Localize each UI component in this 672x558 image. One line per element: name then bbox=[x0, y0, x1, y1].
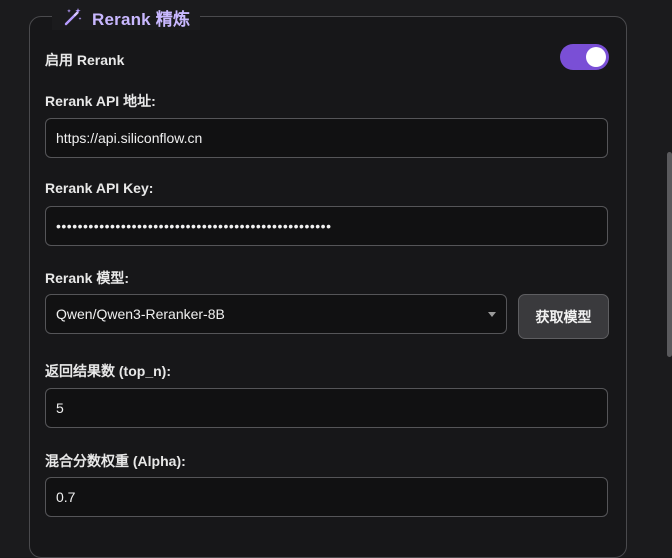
enable-rerank-toggle[interactable] bbox=[560, 44, 609, 70]
model-selected-value: Qwen/Qwen3-Reranker-8B bbox=[56, 306, 225, 322]
section-header: Rerank 精炼 bbox=[52, 4, 201, 30]
section-title: Rerank 精炼 bbox=[92, 9, 191, 29]
magic-wand-icon bbox=[62, 6, 84, 28]
toggle-knob bbox=[586, 47, 606, 67]
alpha-input[interactable]: 0.7 bbox=[45, 477, 608, 517]
top-n-label: 返回结果数 (top_n): bbox=[45, 363, 171, 379]
api-key-input[interactable]: ••••••••••••••••••••••••••••••••••••••••… bbox=[45, 206, 608, 246]
scrollbar-thumb[interactable] bbox=[667, 152, 672, 357]
api-url-label: Rerank API 地址: bbox=[45, 93, 156, 109]
api-key-label: Rerank API Key: bbox=[45, 180, 154, 196]
model-select[interactable]: Qwen/Qwen3-Reranker-8B bbox=[45, 294, 507, 334]
top-n-input[interactable]: 5 bbox=[45, 388, 608, 428]
chevron-down-icon bbox=[488, 311, 496, 317]
model-label: Rerank 模型: bbox=[45, 270, 130, 286]
alpha-label: 混合分数权重 (Alpha): bbox=[45, 453, 186, 469]
api-url-input[interactable]: https://api.siliconflow.cn bbox=[45, 118, 608, 158]
fetch-models-button[interactable]: 获取模型 bbox=[518, 294, 609, 339]
enable-rerank-label: 启用 Rerank bbox=[45, 52, 125, 68]
